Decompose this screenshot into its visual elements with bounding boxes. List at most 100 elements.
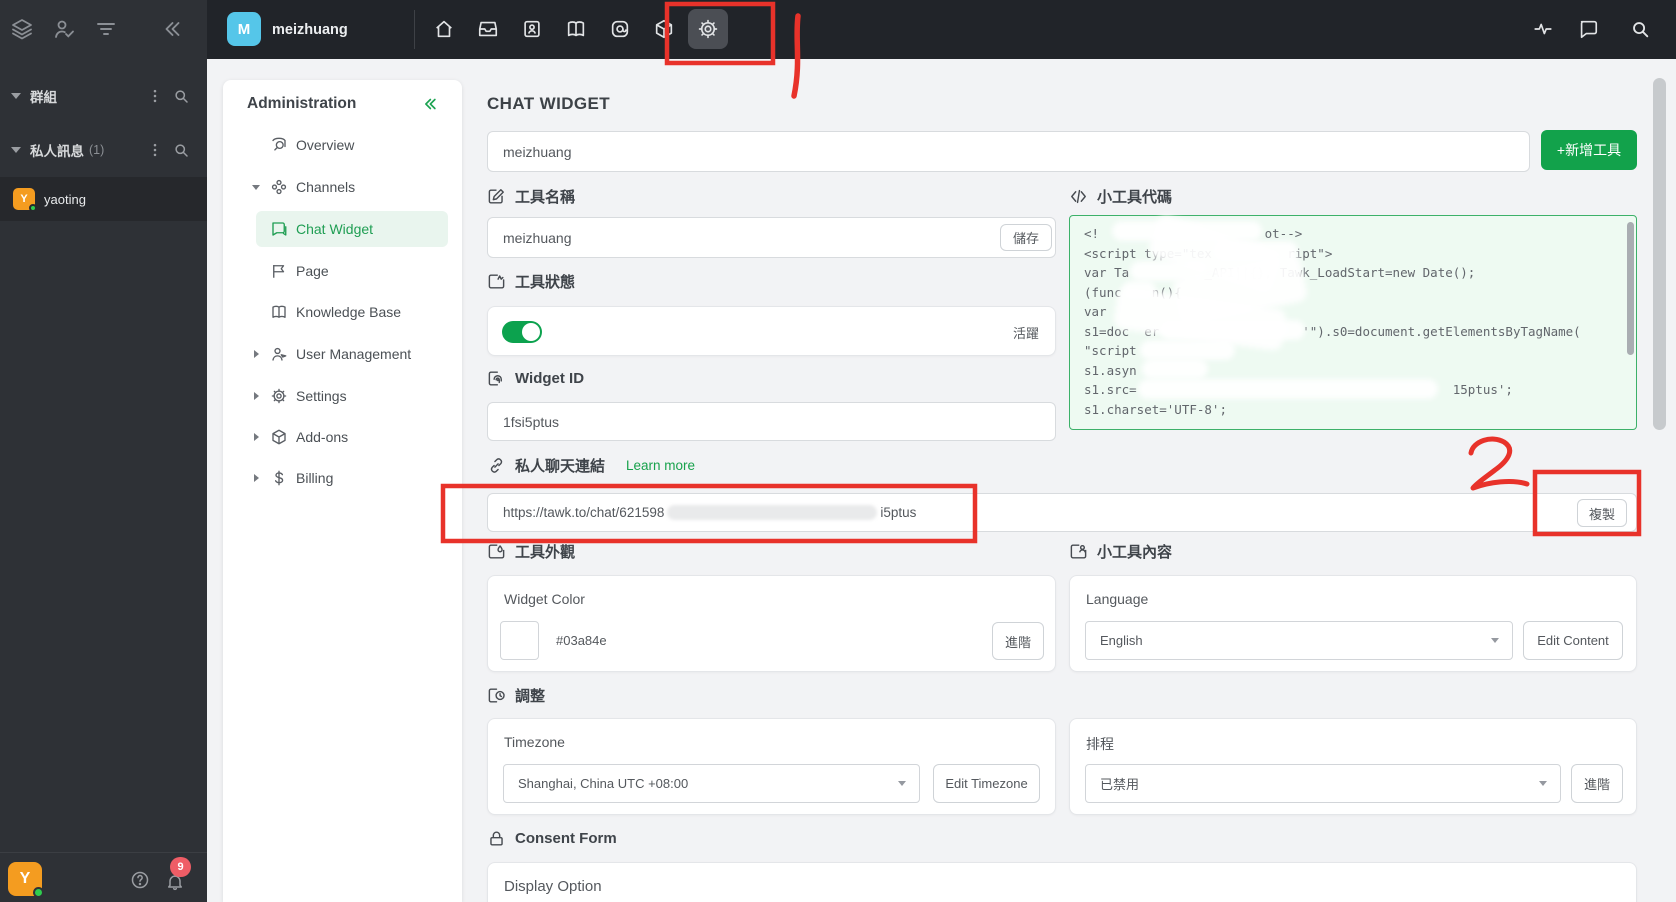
appearance-advanced-button[interactable]: 進階 (992, 622, 1044, 660)
language-value: English (1100, 633, 1143, 648)
online-status-dot (29, 204, 37, 212)
widget-appearance-card: Widget Color (487, 575, 1056, 672)
display-option-label: Display Option (504, 878, 602, 895)
help-icon[interactable] (130, 870, 150, 890)
sidebar-item-settings[interactable]: Settings (223, 378, 462, 414)
gear-icon (270, 387, 288, 405)
sidebar-item-page[interactable]: Page (223, 253, 462, 289)
schedule-advanced-button[interactable]: 進階 (1571, 764, 1623, 803)
widget-color-value: #03a84e (556, 633, 607, 648)
activity-icon[interactable] (1523, 9, 1563, 49)
redaction-blur (1142, 359, 1208, 379)
messages-icon[interactable] (1568, 9, 1608, 49)
workspace-avatar[interactable]: M (227, 12, 261, 46)
widget-content-section-header: 小工具內容 (1069, 540, 1172, 562)
status-icon (487, 272, 506, 291)
direct-chat-link-field[interactable]: https://tawk.to/chat/621598 i5ptus (487, 493, 1637, 532)
fingerprint-icon (487, 369, 506, 388)
section-title: 小工具代碼 (1097, 188, 1173, 206)
knowledge-base-icon[interactable] (556, 9, 596, 49)
workspace-initial: M (237, 20, 251, 38)
sidebar-item-label: Chat Widget (296, 221, 374, 237)
widget-selector-input[interactable]: meizhuang (487, 131, 1530, 172)
copy-button[interactable]: 複製 (1577, 499, 1627, 527)
lock-icon (487, 829, 506, 848)
widget-color-label: Widget Color (504, 591, 585, 607)
private-messages-section-row: 私人訊息 (1) (0, 137, 207, 163)
status-toggle[interactable] (502, 321, 542, 343)
sidebar-item-user-management[interactable]: User Management (223, 336, 462, 372)
sidebar-item-knowledge-base[interactable]: Knowledge Base (223, 294, 462, 330)
edit-timezone-button[interactable]: Edit Timezone (933, 764, 1040, 803)
private-messages-count: (1) (89, 143, 105, 157)
code-icon (1069, 187, 1088, 206)
left-rail: 群組 私人訊息 (1) Y yaoting Y 9 (0, 0, 207, 902)
edit-content-button[interactable]: Edit Content (1523, 621, 1623, 660)
learn-more-link[interactable]: Learn more (626, 458, 695, 473)
section-title: 工具狀態 (515, 273, 576, 291)
home-icon[interactable] (424, 9, 464, 49)
sidebar-item-label: Billing (296, 470, 334, 486)
search-icon[interactable] (1620, 9, 1660, 49)
sidebar-item-chat-widget[interactable]: Chat Widget (223, 211, 462, 247)
redaction-blur (667, 505, 878, 520)
widget-name-input[interactable]: meizhuang (487, 217, 1056, 258)
settings-icon[interactable] (688, 9, 728, 49)
chevron-down-icon (252, 184, 260, 190)
section-title: Consent Form (515, 829, 617, 847)
status-state-label: 活躍 (1012, 325, 1039, 341)
sidebar-item-billing[interactable]: Billing (223, 460, 462, 496)
timezone-label: Timezone (504, 734, 565, 750)
admin-collapse-icon[interactable] (421, 95, 439, 113)
assignee-icon[interactable] (52, 17, 76, 41)
addons-icon[interactable] (644, 9, 684, 49)
schedule-select[interactable]: 已禁用 (1085, 764, 1561, 803)
add-widget-button[interactable]: +新增工具 (1541, 130, 1637, 170)
language-select[interactable]: English (1085, 621, 1513, 660)
book-icon (270, 303, 288, 321)
avatar: Y (13, 188, 37, 212)
link-icon (487, 456, 506, 475)
appearance-droplet-icon (487, 542, 506, 561)
private-messages-search-icon[interactable] (172, 141, 190, 159)
schedule-label: 排程 (1086, 736, 1114, 752)
topbar-divider (414, 10, 415, 49)
channels-icon[interactable] (10, 17, 34, 41)
current-user-avatar[interactable]: Y (8, 862, 44, 898)
private-messages-more-icon[interactable] (146, 141, 164, 159)
groups-search-icon[interactable] (172, 87, 190, 105)
code-scrollbar[interactable] (1627, 222, 1634, 355)
chat-pages-icon[interactable] (600, 9, 640, 49)
groups-caret-icon[interactable] (11, 93, 21, 99)
sidebar-item-overview[interactable]: Overview (223, 127, 462, 163)
widget-status-section-header: 工具狀態 (487, 270, 575, 292)
sidebar-item-label: Overview (296, 137, 355, 153)
filter-icon[interactable] (94, 17, 118, 41)
collapse-icon[interactable] (160, 17, 184, 41)
widget-color-swatch[interactable] (500, 621, 539, 660)
contacts-icon[interactable] (512, 9, 552, 49)
online-status-dot (33, 887, 44, 898)
chevron-down-icon (1491, 638, 1499, 643)
private-messages-caret-icon[interactable] (11, 147, 21, 153)
timezone-select[interactable]: Shanghai, China UTC +08:00 (503, 764, 920, 803)
groups-section-row: 群組 (0, 83, 207, 109)
edit-name-icon (487, 187, 506, 206)
conversation-item-yaoting[interactable]: Y yaoting (0, 177, 207, 221)
section-title: 私人聊天連結 (515, 457, 606, 475)
section-title: 調整 (515, 687, 546, 705)
section-title: Widget ID (515, 369, 585, 387)
widget-id-input[interactable]: 1fsi5ptus (487, 402, 1056, 441)
groups-more-icon[interactable] (146, 87, 164, 105)
widget-name-value: meizhuang (503, 229, 572, 246)
user-icon (270, 345, 288, 363)
sidebar-item-addons[interactable]: Add-ons (223, 419, 462, 455)
inbox-icon[interactable] (468, 9, 508, 49)
sidebar-item-channels[interactable]: Channels (223, 169, 462, 205)
save-button[interactable]: 儲存 (1000, 224, 1052, 251)
conversation-name: yaoting (44, 191, 86, 207)
flag-icon (270, 262, 288, 280)
direct-chat-link-suffix: i5ptus (880, 505, 917, 520)
page-scrollbar[interactable] (1653, 78, 1666, 430)
clock-icon (487, 686, 506, 705)
